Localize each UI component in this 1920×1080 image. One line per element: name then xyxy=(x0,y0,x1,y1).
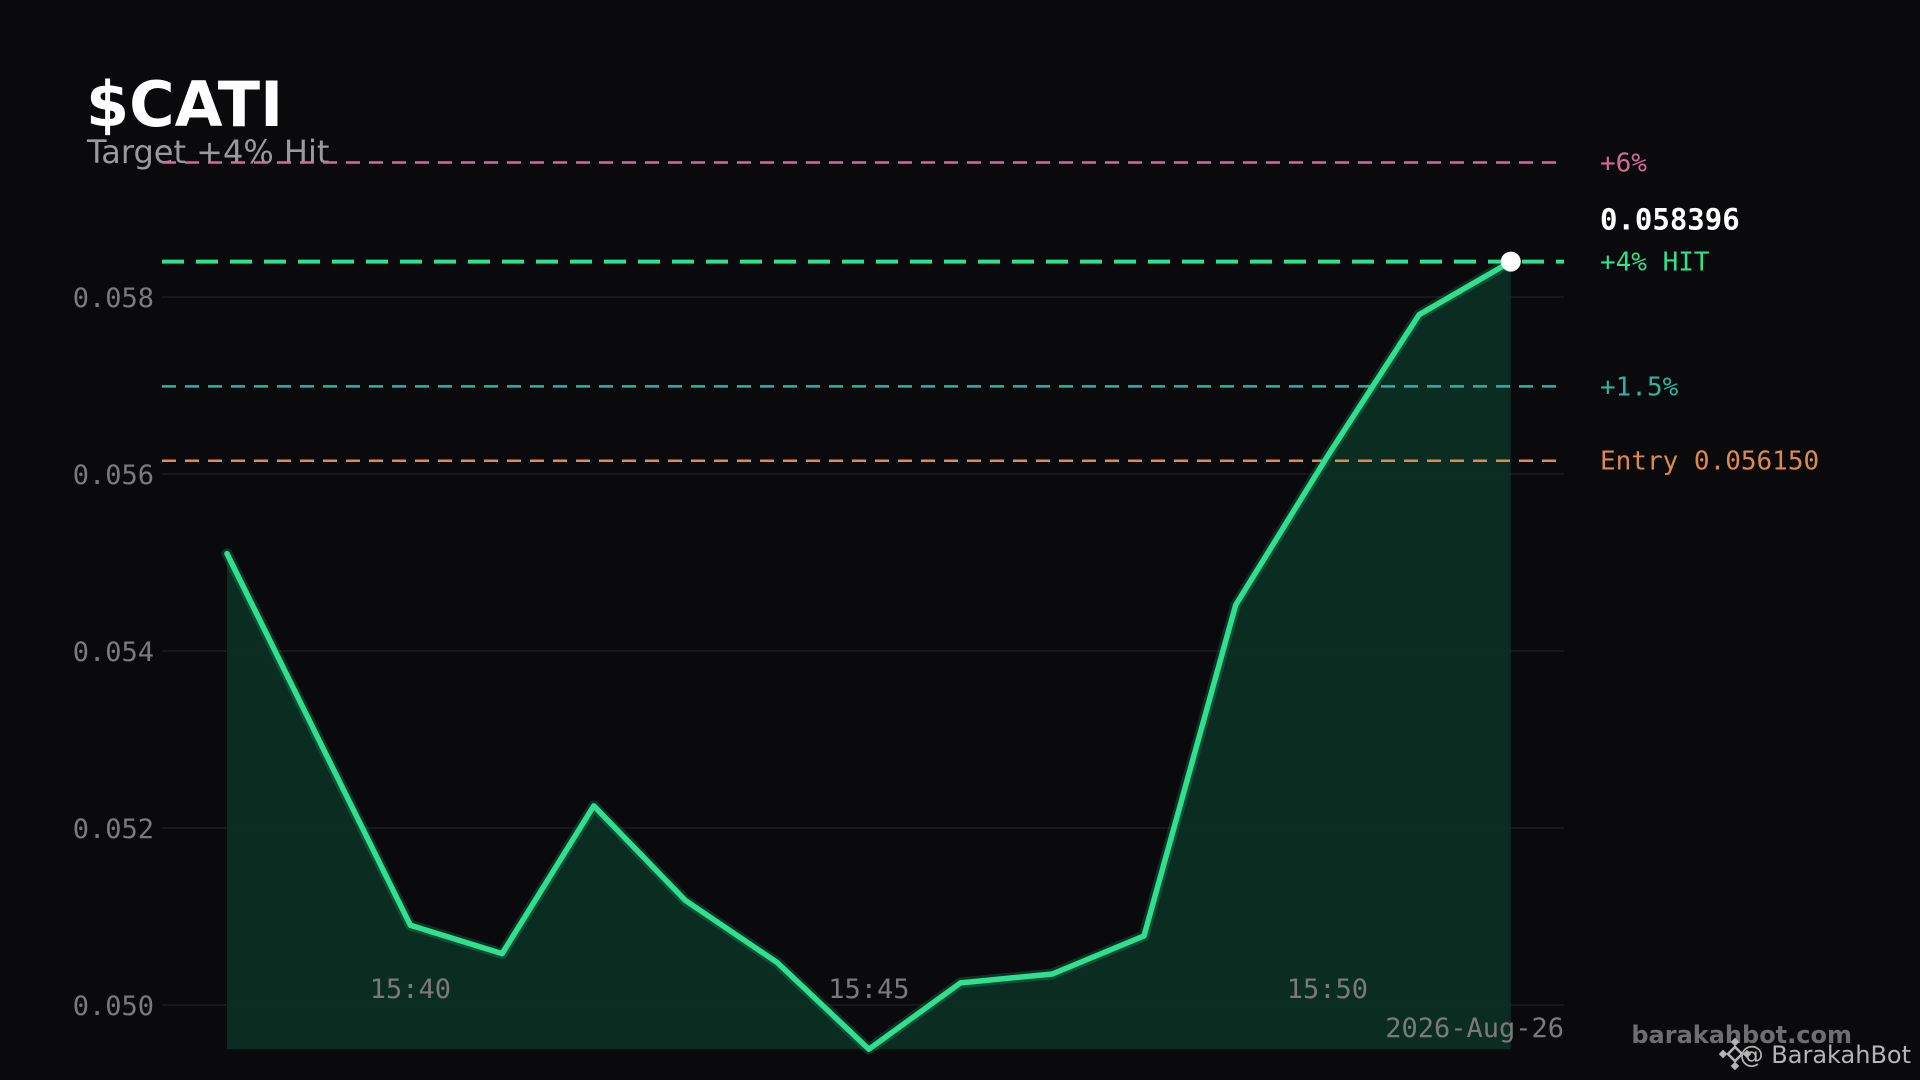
chart-subtitle: Target +4% Hit xyxy=(86,133,329,171)
y-tick-label: 0.054 xyxy=(73,637,154,668)
chart-container: $CATI Target +4% Hit 0.050 0.052 0.054 0.05… xyxy=(0,0,1920,1080)
price-chart: $CATI Target +4% Hit 0.0500.0520.0540.05… xyxy=(73,68,1911,1071)
x-tick-label: 15:45 xyxy=(828,974,909,1005)
chart-title: $CATI xyxy=(86,68,283,141)
level-label-plus1_5: +1.5% xyxy=(1600,372,1679,402)
bot-handle: @ BarakahBot xyxy=(1740,1041,1911,1069)
x-tick-label: 15:50 xyxy=(1287,974,1368,1005)
y-tick-label: 0.052 xyxy=(73,814,154,845)
level-label-plus6: +6% xyxy=(1600,148,1647,178)
level-label-entry: Entry 0.056150 xyxy=(1600,447,1819,477)
y-tick-label: 0.058 xyxy=(73,283,154,314)
y-tick-label: 0.056 xyxy=(73,460,154,491)
y-axis-ticks: 0.050 0.052 0.054 0.056 0.058 xyxy=(73,283,154,1022)
last-price-marker xyxy=(1500,251,1521,272)
x-tick-label: 15:40 xyxy=(370,974,451,1005)
last-price-label: 0.058396 xyxy=(1600,203,1740,237)
y-tick-label: 0.050 xyxy=(73,991,154,1022)
level-label-plus4: +4% HIT xyxy=(1600,248,1710,278)
chart-date: 2026-Aug-26 xyxy=(1385,1013,1564,1044)
level-labels: +6% +4% HIT +1.5% Entry 0.056150 0.058396 xyxy=(1600,148,1819,476)
